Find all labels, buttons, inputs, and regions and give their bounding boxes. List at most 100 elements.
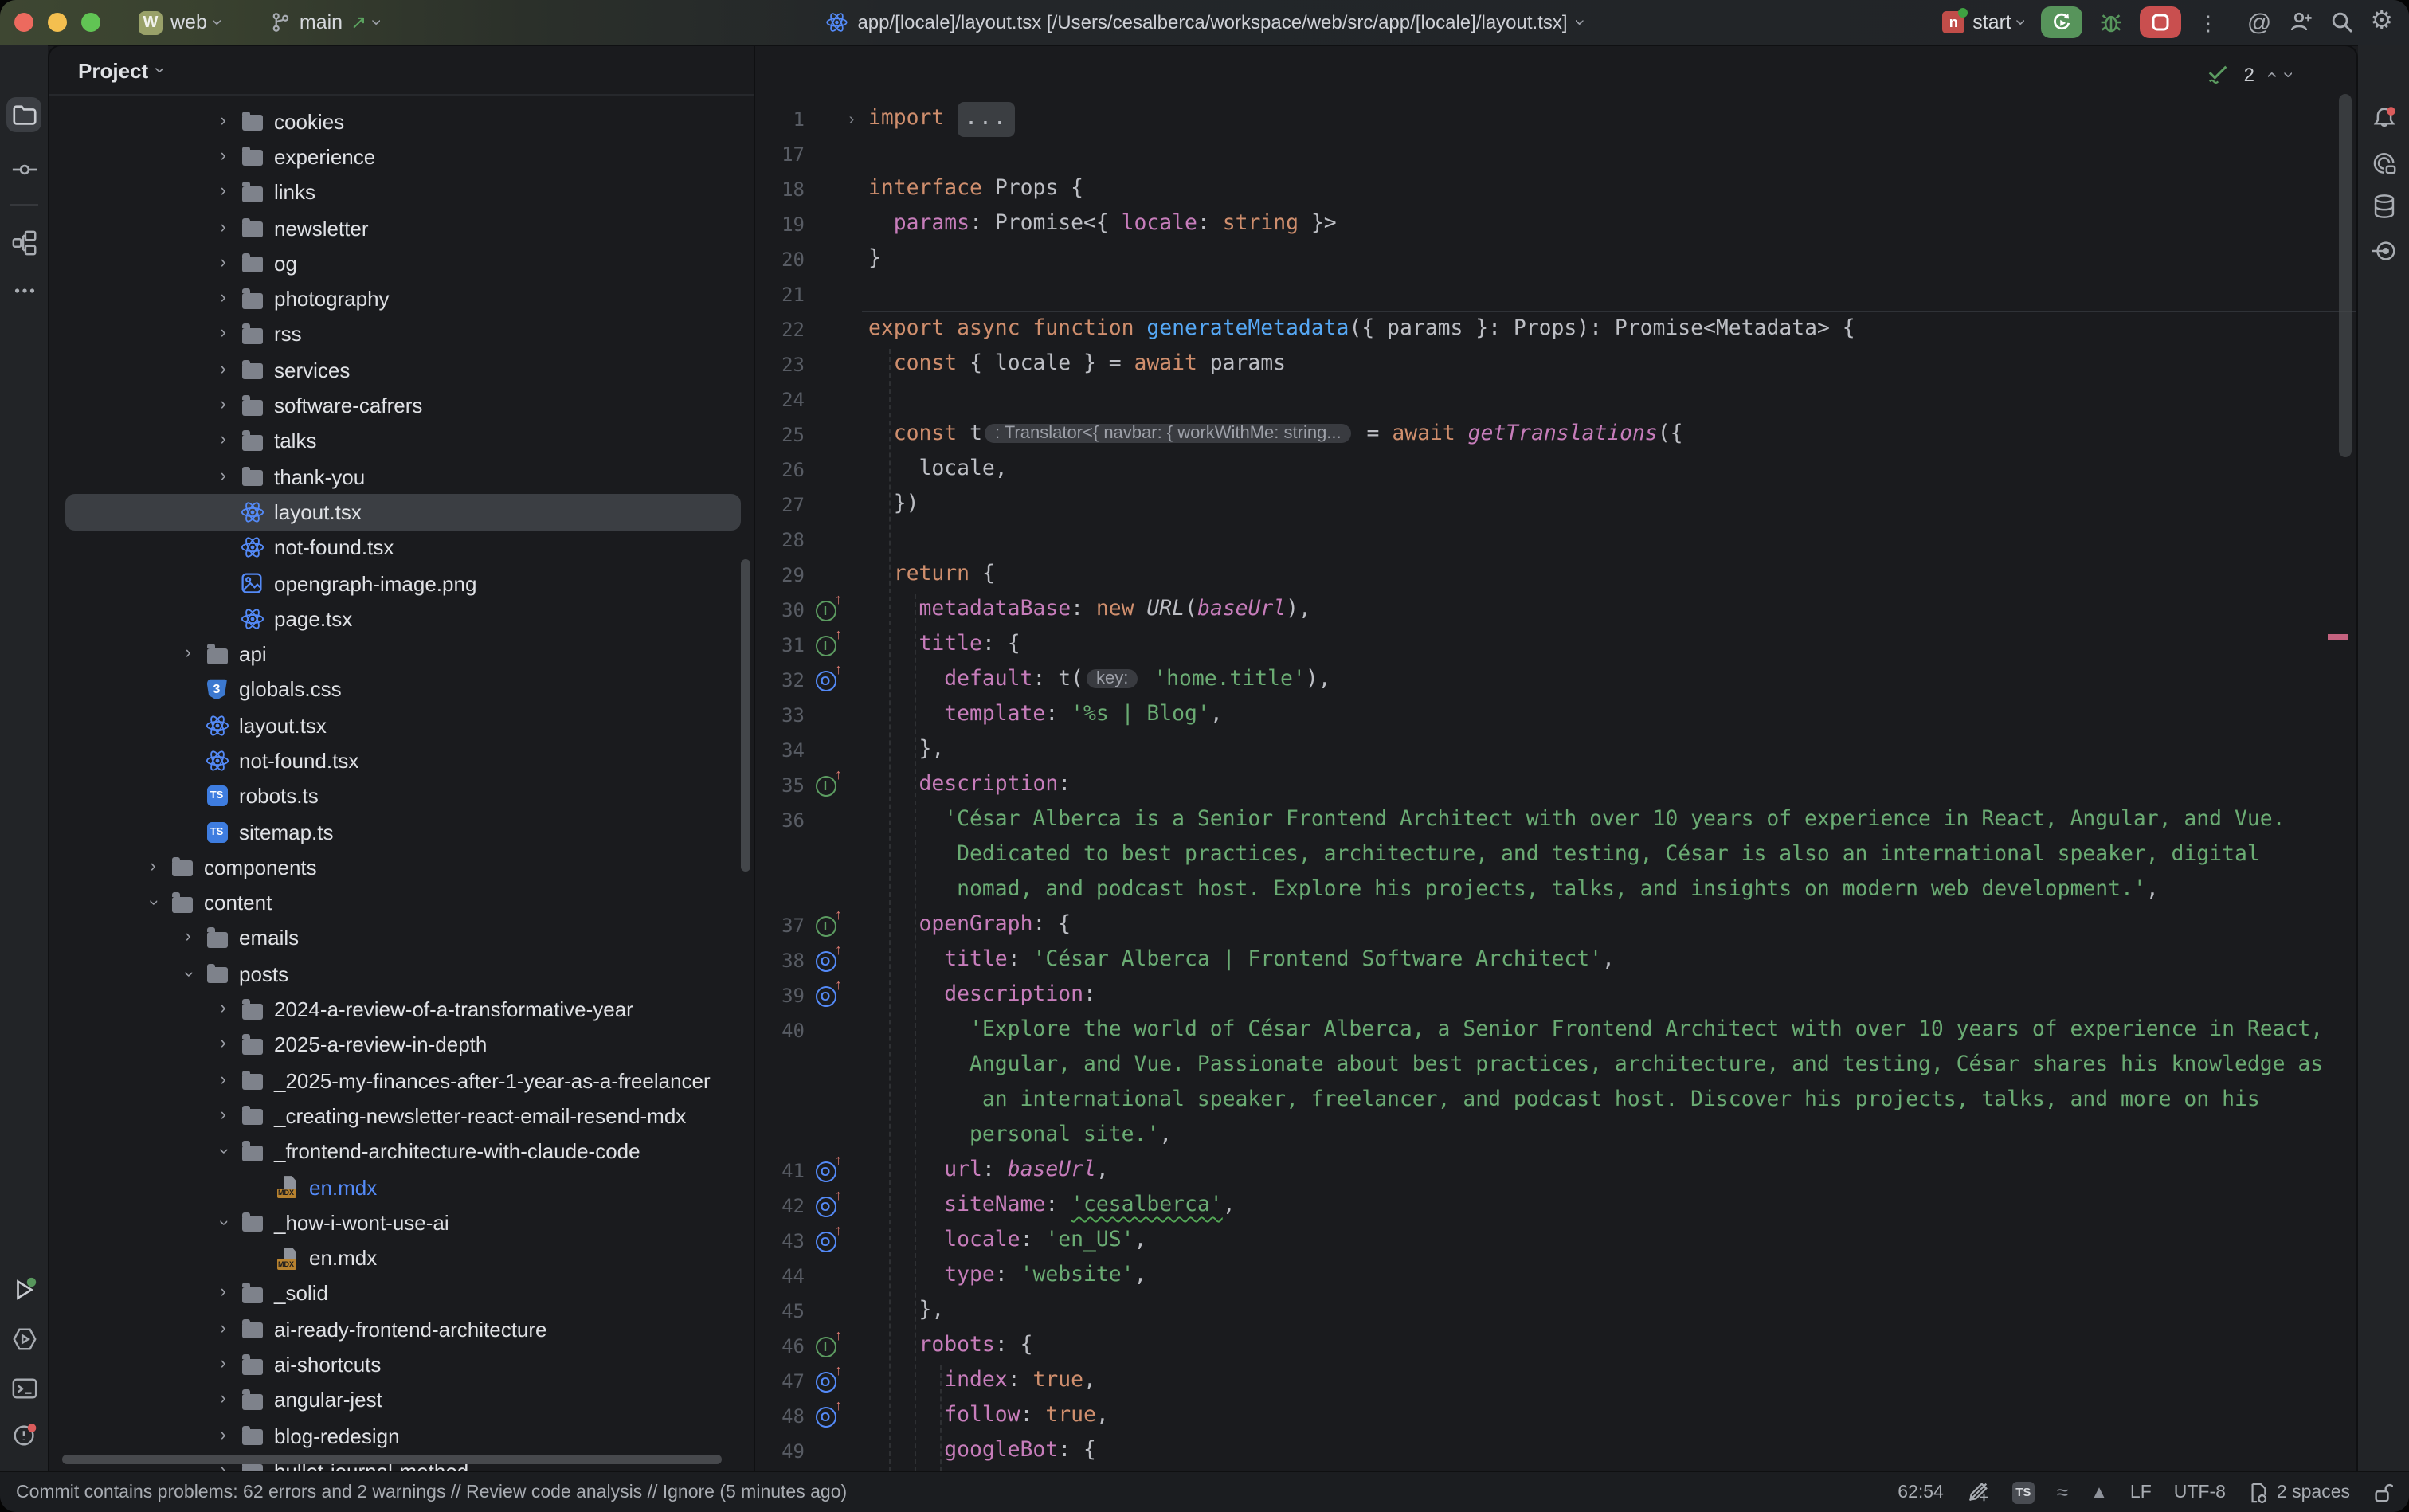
editor-line-41[interactable]: 41O url: baseUrl, [755, 1154, 2356, 1189]
status-message[interactable]: Commit contains problems: 62 errors and … [16, 1483, 847, 1502]
code-text[interactable]: Angular, and Vue. Passionate about best … [862, 1048, 2356, 1083]
tree-item-blog-redesign[interactable]: ›blog-redesign [49, 1418, 754, 1454]
code-text[interactable]: locale: 'en_US', [862, 1224, 2356, 1259]
more-icon[interactable] [6, 272, 41, 307]
code-text[interactable]: robots: { [862, 1329, 2356, 1364]
tree-item--2025-my-finances-after-1-year-as-a-freelancer[interactable]: ›_2025-my-finances-after-1-year-as-a-fre… [49, 1063, 754, 1099]
chevron-collapsed-icon[interactable]: › [207, 183, 239, 201]
run-icon[interactable] [6, 1271, 41, 1306]
code-text[interactable]: }, [862, 733, 2356, 768]
code-text[interactable]: interface Props { [862, 172, 2356, 207]
editor-line-37[interactable]: 37I openGraph: { [755, 908, 2356, 943]
chevron-expanded-icon[interactable]: › [214, 1136, 232, 1168]
chevron-expanded-icon[interactable]: › [179, 958, 197, 990]
editor-line-46[interactable]: 46I robots: { [755, 1329, 2356, 1364]
chevron-expanded-icon[interactable]: › [144, 887, 162, 919]
code-text[interactable]: openGraph: { [862, 908, 2356, 943]
project-widget[interactable]: W web › [139, 10, 221, 34]
tree-item-angular-jest[interactable]: ›angular-jest [49, 1382, 754, 1418]
chevron-collapsed-icon[interactable]: › [207, 255, 239, 272]
tree-item-page-tsx[interactable]: page.tsx [49, 601, 754, 637]
structure-icon[interactable] [6, 225, 41, 260]
remote-dev-icon[interactable] [2366, 233, 2401, 268]
editor-line-43[interactable]: 43O locale: 'en_US', [755, 1224, 2356, 1259]
code-text[interactable]: Dedicated to best practices, architectur… [862, 838, 2356, 873]
window-title[interactable]: app/[locale]/layout.tsx [/Users/cesalber… [825, 11, 1583, 33]
chevron-collapsed-icon[interactable]: › [207, 1001, 239, 1018]
next-problem-icon[interactable]: › [2280, 72, 2299, 78]
tree-item-software-cafrers[interactable]: ›software-cafrers [49, 388, 754, 424]
code-text[interactable]: googleBot: { [862, 1434, 2356, 1469]
tree-item-2025-a-review-in-depth[interactable]: ›2025-a-review-in-depth [49, 1027, 754, 1063]
editor-scrollbar[interactable] [2339, 94, 2352, 457]
chevron-collapsed-icon[interactable]: › [207, 326, 239, 343]
code-text[interactable]: siteName: 'cesalberca', [862, 1189, 2356, 1224]
tree-item-services[interactable]: ›services [49, 352, 754, 388]
tree-item-thank-you[interactable]: ›thank-you [49, 459, 754, 495]
code-text[interactable]: return { [862, 558, 2356, 593]
code-text[interactable]: const t: Translator<{ navbar: { workWith… [862, 417, 2356, 452]
code-text[interactable]: locale, [862, 452, 2356, 488]
chevron-collapsed-icon[interactable]: › [172, 645, 204, 663]
editor-line-19[interactable]: 19 params: Promise<{ locale: string }> [755, 207, 2356, 242]
stop-button[interactable] [2141, 6, 2182, 38]
code-text[interactable]: title: { [862, 628, 2356, 663]
editor-line-28[interactable]: 28 [755, 523, 2356, 558]
editor-line-21[interactable]: 21 [755, 277, 2356, 312]
inspections-widget[interactable]: 2 › › [2207, 64, 2293, 86]
chevron-collapsed-icon[interactable]: › [207, 397, 239, 414]
tree-horizontal-scrollbar[interactable] [62, 1455, 722, 1464]
editor-line-wrap[interactable]: Angular, and Vue. Passionate about best … [755, 1048, 2356, 1083]
implemented-member-icon[interactable]: I [809, 635, 841, 656]
tree-item--creating-newsletter-react-email-resend-mdx[interactable]: ›_creating-newsletter-react-email-resend… [49, 1099, 754, 1134]
overriding-member-icon[interactable]: O [809, 1371, 841, 1392]
editor-line-35[interactable]: 35I description: [755, 768, 2356, 803]
code-text[interactable]: personal site.', [862, 1118, 2356, 1154]
zoom-window-button[interactable] [81, 13, 100, 32]
editor-line-44[interactable]: 44 type: 'website', [755, 1259, 2356, 1294]
editor-line-26[interactable]: 26 locale, [755, 452, 2356, 488]
overriding-member-icon[interactable]: O [809, 1161, 841, 1181]
ai-assistant-icon[interactable]: @ [2247, 10, 2271, 34]
tree-item-layout-tsx[interactable]: layout.tsx [49, 495, 754, 531]
tree-item-emails[interactable]: ›emails [49, 921, 754, 957]
rerun-button[interactable] [2042, 6, 2083, 38]
prev-problem-icon[interactable]: › [2261, 72, 2280, 78]
minimize-window-button[interactable] [48, 13, 67, 32]
debug-button[interactable] [2099, 10, 2125, 35]
implemented-member-icon[interactable]: I [809, 915, 841, 936]
code-text[interactable]: }) [862, 488, 2356, 523]
chevron-collapsed-icon[interactable]: › [207, 433, 239, 450]
ai-assistant-icon[interactable] [2366, 145, 2401, 180]
code-text[interactable]: export async function generateMetadata({… [862, 312, 2356, 347]
code-text[interactable]: const { locale } = await params [862, 347, 2356, 382]
problems-icon[interactable] [6, 1416, 41, 1451]
tree-item-content[interactable]: ›content [49, 885, 754, 921]
overriding-member-icon[interactable]: O [809, 1406, 841, 1427]
project-panel-header[interactable]: Project › [49, 46, 754, 96]
file-encoding[interactable]: UTF-8 [2174, 1483, 2226, 1502]
chevron-expanded-icon[interactable]: › [214, 1207, 232, 1239]
chevron-collapsed-icon[interactable]: › [137, 859, 169, 876]
code-text[interactable]: }, [862, 1294, 2356, 1329]
implemented-member-icon[interactable]: I [809, 600, 841, 621]
chevron-collapsed-icon[interactable]: › [207, 148, 239, 166]
indent-widget[interactable]: 2 spaces [2248, 1481, 2350, 1503]
tree-item-links[interactable]: ›links [49, 174, 754, 210]
error-stripe-mark[interactable] [2328, 634, 2348, 640]
commit-icon[interactable] [6, 151, 41, 186]
vcs-widget[interactable]: main ↗ › [269, 11, 381, 33]
editor-line-47[interactable]: 47O index: true, [755, 1364, 2356, 1399]
tree-item-api[interactable]: ›api [49, 637, 754, 672]
code-with-me-icon[interactable] [2287, 10, 2313, 35]
tree-item-opengraph-image-png[interactable]: opengraph-image.png [49, 566, 754, 601]
editor-line-27[interactable]: 27 }) [755, 488, 2356, 523]
highlighting-off-icon[interactable] [1966, 1480, 1990, 1504]
notifications-icon[interactable] [2366, 100, 2401, 135]
chevron-collapsed-icon[interactable]: › [172, 930, 204, 947]
tree-item-og[interactable]: ›og [49, 245, 754, 281]
code-text[interactable]: default: t(key: 'home.title'), [862, 663, 2356, 698]
editor-line-36[interactable]: 36 'César Alberca is a Senior Frontend A… [755, 803, 2356, 838]
lock-icon[interactable] [2372, 1481, 2393, 1503]
code-text[interactable]: description: [862, 978, 2356, 1013]
